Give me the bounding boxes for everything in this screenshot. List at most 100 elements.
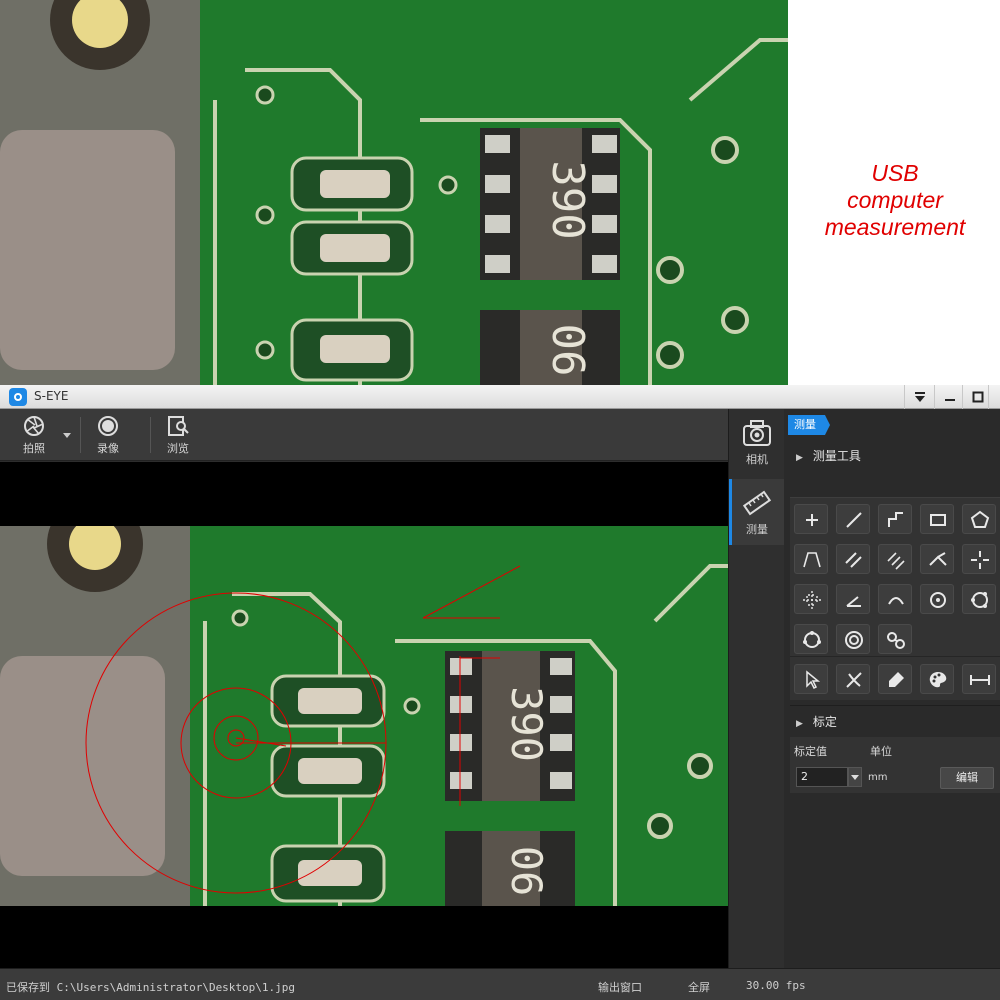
calibration-section-header[interactable]: ▶ 标定 xyxy=(784,709,1000,735)
main-toolbar: 拍照 录像 浏览 xyxy=(0,409,728,461)
circle-points-tool-button[interactable] xyxy=(794,624,828,654)
promo-caption: USB computer measurement xyxy=(800,160,990,241)
toolbar-separator xyxy=(80,417,81,453)
svg-text:390: 390 xyxy=(542,160,593,239)
two-circles-tool-button[interactable] xyxy=(878,624,912,654)
select-tool-button[interactable] xyxy=(794,664,828,694)
capture-label: 拍照 xyxy=(23,442,45,455)
pcb-image: 390 06 xyxy=(0,0,788,385)
crosshair-tool-button[interactable] xyxy=(962,544,996,574)
edit-calibration-button[interactable]: 编辑 xyxy=(940,767,994,789)
screenshot-root: 390 06 USB computer measurement S-EYE 拍照… xyxy=(0,0,1000,1000)
color-palette-icon xyxy=(929,672,947,688)
angle-vertex-tool-icon xyxy=(929,552,947,566)
calib-value-input[interactable]: 2 xyxy=(796,767,848,787)
arc-tool-button[interactable] xyxy=(878,584,912,614)
delete-tool-button[interactable] xyxy=(836,664,870,694)
camera-viewport[interactable]: 390 06 xyxy=(0,462,728,968)
camera-icon xyxy=(743,420,771,446)
saved-path-text: 已保存到 C:\Users\Administrator\Desktop\1.jp… xyxy=(6,981,296,994)
clear-tool-button[interactable] xyxy=(878,664,912,694)
capture-options-dropdown[interactable] xyxy=(60,427,74,441)
tools-section-title: 测量工具 xyxy=(812,449,861,463)
tools-section-header[interactable]: ▶ 测量工具 xyxy=(784,443,1000,469)
pcb-photo-top: 390 06 xyxy=(0,0,788,385)
calib-value-dropdown[interactable] xyxy=(848,767,862,787)
angle-vertex-tool-button[interactable] xyxy=(920,544,954,574)
circle-center-tool-icon xyxy=(930,592,946,608)
tool-grid-divider xyxy=(790,656,1000,657)
scale-bar-button[interactable] xyxy=(962,664,996,694)
close-button[interactable] xyxy=(988,385,1000,409)
chevron-down-icon xyxy=(63,433,71,438)
tab-measure-label: 测量 xyxy=(746,523,768,536)
two-circles-tool-icon xyxy=(887,632,905,649)
ruler-icon xyxy=(742,490,772,516)
browse-button[interactable]: 浏览 xyxy=(158,415,198,456)
camera-shutter-icon xyxy=(24,416,44,436)
crosshair-tool-icon xyxy=(971,551,989,569)
arc-tool-icon xyxy=(888,597,904,605)
polygon-tool-button[interactable] xyxy=(962,504,996,534)
rectangle-tool-button[interactable] xyxy=(920,504,954,534)
record-button[interactable]: 录像 xyxy=(88,415,128,456)
measurement-tools-grid xyxy=(790,497,1000,700)
expand-arrow-icon: ▶ xyxy=(796,453,803,463)
unit-label: 单位 xyxy=(870,745,892,758)
multi-line-tool-icon xyxy=(887,552,905,570)
minimize-button[interactable] xyxy=(934,385,964,409)
circle-points-tool-icon xyxy=(803,631,821,648)
parallel-lines-tool-button[interactable] xyxy=(836,544,870,574)
tab-measure[interactable]: 测量 xyxy=(729,479,785,545)
parallel-lines-tool-icon xyxy=(845,552,862,568)
browse-label: 浏览 xyxy=(167,442,189,455)
output-window-button[interactable]: 输出窗口 xyxy=(598,979,642,995)
title-bar[interactable]: S-EYE xyxy=(0,385,1000,409)
circle-three-point-tool-icon xyxy=(971,592,988,608)
circle-three-point-tool-button[interactable] xyxy=(962,584,996,614)
svg-text:06: 06 xyxy=(542,324,593,377)
panel-active-tab[interactable]: 测量 xyxy=(788,415,830,435)
triangle-tool-icon xyxy=(803,552,821,568)
minimize-icon xyxy=(944,399,955,401)
status-bar: 已保存到 C:\Users\Administrator\Desktop\1.jp… xyxy=(0,968,1000,1000)
fps-readout: 30.00 fps xyxy=(746,979,806,992)
polygon-tool-icon xyxy=(970,510,990,528)
app-window: S-EYE 拍照 录像 浏览 390 06 相机 测量 测量 ▶ 测量工具 ▶ … xyxy=(0,385,1000,1000)
side-tab-strip: 相机 测量 xyxy=(728,409,785,968)
live-video-frame[interactable]: 390 06 xyxy=(0,526,728,906)
tab-camera[interactable]: 相机 xyxy=(729,409,785,475)
promo-caption-line-3: measurement xyxy=(824,214,966,240)
browse-search-icon xyxy=(168,416,189,436)
record-icon xyxy=(98,416,118,436)
capture-button[interactable]: 拍照 xyxy=(14,415,54,456)
angle-tool-button[interactable] xyxy=(836,584,870,614)
multi-line-tool-button[interactable] xyxy=(878,544,912,574)
triangle-tool-button[interactable] xyxy=(794,544,828,574)
color-palette-button[interactable] xyxy=(920,664,954,694)
dropdown-menu-icon xyxy=(914,392,925,402)
unit-value: mm xyxy=(868,772,888,783)
calib-value-label: 标定值 xyxy=(794,745,827,758)
point-tool-icon xyxy=(806,514,818,526)
point-tool-button[interactable] xyxy=(794,504,828,534)
concentric-circles-tool-button[interactable] xyxy=(836,624,870,654)
app-logo-icon xyxy=(9,388,27,406)
polyline-tool-button[interactable] xyxy=(878,504,912,534)
scale-bar-icon xyxy=(970,675,990,685)
line-tool-button[interactable] xyxy=(836,504,870,534)
grid-cross-tool-button[interactable] xyxy=(794,584,828,614)
grid-cross-tool-icon xyxy=(803,591,821,609)
expand-arrow-icon: ▶ xyxy=(796,719,803,729)
menu-dropdown-button[interactable] xyxy=(904,385,934,409)
concentric-circles-tool-icon xyxy=(845,631,863,649)
app-title: S-EYE xyxy=(34,389,69,403)
tab-camera-label: 相机 xyxy=(746,453,768,466)
fullscreen-button[interactable]: 全屏 xyxy=(688,979,710,995)
record-label: 录像 xyxy=(97,442,119,455)
polyline-tool-icon xyxy=(888,512,903,527)
select-tool-icon xyxy=(806,670,821,690)
pcb-live-image: 390 06 xyxy=(0,526,728,906)
promo-caption-line-2: computer xyxy=(847,187,943,213)
circle-center-tool-button[interactable] xyxy=(920,584,954,614)
